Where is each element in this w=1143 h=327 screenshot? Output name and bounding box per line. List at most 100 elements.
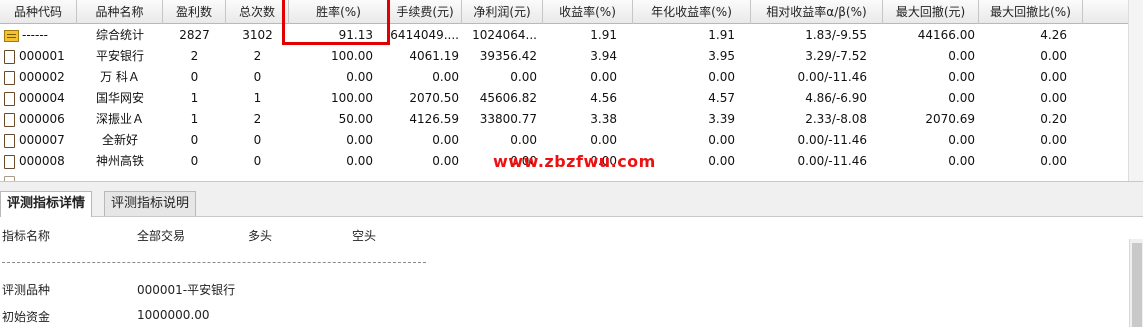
detail-divider <box>2 262 426 263</box>
row-yield: 0.00 <box>590 70 617 84</box>
row-net-profit: 0.00 <box>510 133 537 147</box>
watermark-text: www.zbzfwu.com <box>493 152 656 171</box>
table-row[interactable]: 000004 国华网安 1 1 100.00 2070.50 45606.82 … <box>0 88 1128 109</box>
detail-scrollbar[interactable] <box>1129 239 1143 327</box>
header-max-drawdown[interactable]: 最大回撤(元) <box>883 0 979 24</box>
row-win-rate: 0.00 <box>346 133 373 147</box>
table-row[interactable]: 000001 平安银行 2 2 100.00 4061.19 39356.42 … <box>0 46 1128 67</box>
row-alpha-beta: 0.00/-11.46 <box>797 154 867 168</box>
row-fee: 4061.19 <box>409 49 459 63</box>
row-annual-yield: 1.91 <box>708 28 735 42</box>
row-total: 2 <box>253 49 262 63</box>
row-name: 综合统计 <box>95 28 144 42</box>
header-annual-yield[interactable]: 年化收益率(%) <box>633 0 751 24</box>
detail-value: 1000000.00 <box>137 308 210 322</box>
tab-metric-explanation[interactable]: 评测指标说明 <box>104 191 197 216</box>
table-row-partial[interactable] <box>0 172 1128 181</box>
row-fee: 0.00 <box>432 70 459 84</box>
detail-col-all-trades: 全部交易 <box>137 229 186 243</box>
row-code: ------ <box>22 28 48 42</box>
row-net-profit: 33800.77 <box>479 112 537 126</box>
row-annual-yield: 3.95 <box>708 49 735 63</box>
row-name: 平安银行 <box>95 49 144 63</box>
row-yield: 0.00 <box>590 133 617 147</box>
row-yield: 4.56 <box>590 91 617 105</box>
row-wins: 2 <box>190 49 199 63</box>
detail-label: 初始资金 <box>2 310 51 324</box>
row-wins: 1 <box>190 112 199 126</box>
header-fee[interactable]: 手续费(元) <box>389 0 462 24</box>
row-code: 000006 <box>19 112 65 126</box>
header-max-drawdown-ratio[interactable]: 最大回撤比(%) <box>979 0 1083 24</box>
row-fee: 6414049.... <box>390 28 459 42</box>
detail-col-long: 多头 <box>248 229 273 243</box>
row-max-drawdown: 0.00 <box>948 70 975 84</box>
table-row[interactable]: 000006 深振业Ａ 1 2 50.00 4126.59 33800.77 3… <box>0 109 1128 130</box>
header-wins[interactable]: 盈利数 <box>163 0 226 24</box>
row-total: 2 <box>253 112 262 126</box>
header-net-profit[interactable]: 净利润(元) <box>462 0 543 24</box>
header-alpha-beta[interactable]: 相对收益率α/β(%) <box>751 0 883 24</box>
detail-label: 评测品种 <box>2 283 51 297</box>
document-icon <box>4 49 15 64</box>
row-total: 0 <box>253 133 262 147</box>
document-icon <box>4 133 15 148</box>
table-row[interactable]: 000007 全新好 0 0 0.00 0.00 0.00 0.00 0.00 … <box>0 130 1128 151</box>
row-total: 1 <box>253 91 262 105</box>
row-total: 0 <box>253 70 262 84</box>
row-wins: 2827 <box>179 28 210 42</box>
row-net-profit: 0.00 <box>510 70 537 84</box>
header-total[interactable]: 总次数 <box>226 0 289 24</box>
row-max-drawdown-ratio: 4.26 <box>1040 28 1067 42</box>
row-code: 000002 <box>19 70 65 84</box>
row-wins: 0 <box>190 133 199 147</box>
detail-col-short: 空头 <box>352 229 377 243</box>
header-name[interactable]: 品种名称 <box>77 0 163 24</box>
row-win-rate: 50.00 <box>338 112 373 126</box>
row-yield: 3.38 <box>590 112 617 126</box>
grid-header: 品种代码 品种名称 盈利数 总次数 胜率(%) 手续费(元) 净利润(元) 收益… <box>0 0 1128 24</box>
row-yield: 3.94 <box>590 49 617 63</box>
document-icon <box>4 70 15 85</box>
row-win-rate: 100.00 <box>331 91 373 105</box>
tab-metric-details[interactable]: 评测指标详情 <box>0 191 93 218</box>
row-alpha-beta: 2.33/-8.08 <box>805 112 867 126</box>
document-icon <box>4 112 15 127</box>
table-row[interactable]: 000002 万 科Ａ 0 0 0.00 0.00 0.00 0.00 0.00… <box>0 67 1128 88</box>
grid-scrollbar[interactable] <box>1128 0 1143 181</box>
row-max-drawdown: 2070.69 <box>925 112 975 126</box>
row-yield: 1.91 <box>590 28 617 42</box>
row-max-drawdown-ratio: 0.20 <box>1040 112 1067 126</box>
detail-value: 000001-平安银行 <box>137 283 236 297</box>
row-name: 神州高铁 <box>95 154 144 168</box>
detail-col-metric-name: 指标名称 <box>2 229 51 243</box>
row-max-drawdown-ratio: 0.00 <box>1040 154 1067 168</box>
row-max-drawdown: 0.00 <box>948 154 975 168</box>
row-alpha-beta: 0.00/-11.46 <box>797 133 867 147</box>
row-alpha-beta: 0.00/-11.46 <box>797 70 867 84</box>
header-code[interactable]: 品种代码 <box>0 0 77 24</box>
row-max-drawdown-ratio: 0.00 <box>1040 91 1067 105</box>
row-fee: 4126.59 <box>409 112 459 126</box>
row-name: 深振业Ａ <box>95 112 144 126</box>
document-icon <box>4 91 15 106</box>
row-win-rate: 0.00 <box>346 154 373 168</box>
tab-bar: 评测指标详情 评测指标说明 <box>0 181 1143 218</box>
row-name: 全新好 <box>101 133 138 147</box>
row-net-profit: 39356.42 <box>479 49 537 63</box>
row-code: 000007 <box>19 133 65 147</box>
row-annual-yield: 0.00 <box>708 70 735 84</box>
header-yield[interactable]: 收益率(%) <box>543 0 633 24</box>
detail-scrollbar-thumb[interactable] <box>1132 243 1142 327</box>
row-annual-yield: 4.57 <box>708 91 735 105</box>
row-alpha-beta: 4.86/-6.90 <box>805 91 867 105</box>
row-max-drawdown: 44166.00 <box>917 28 975 42</box>
table-row[interactable]: ------ 综合统计 2827 3102 91.13 6414049.... … <box>0 25 1128 46</box>
row-max-drawdown: 0.00 <box>948 49 975 63</box>
row-wins: 0 <box>190 70 199 84</box>
row-max-drawdown-ratio: 0.00 <box>1040 49 1067 63</box>
row-win-rate: 0.00 <box>346 70 373 84</box>
row-code: 000001 <box>19 49 65 63</box>
row-wins: 1 <box>190 91 199 105</box>
document-icon <box>4 154 15 169</box>
